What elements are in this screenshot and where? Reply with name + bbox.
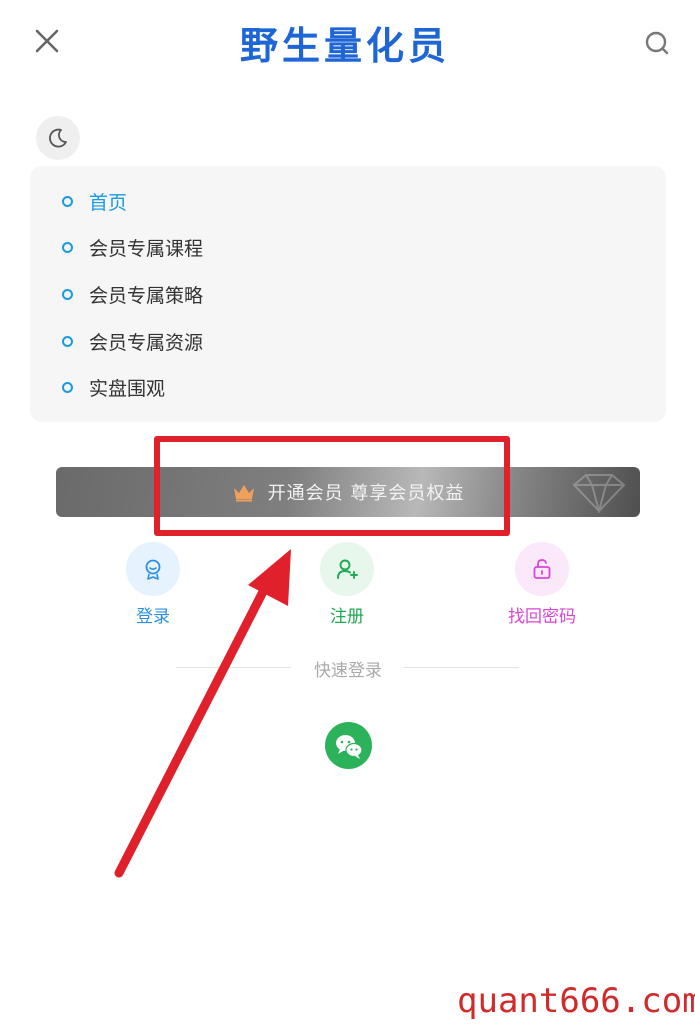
wechat-login-button[interactable]	[325, 722, 372, 769]
theme-toggle-button[interactable]	[36, 116, 80, 160]
login-button[interactable]: 登录	[93, 542, 213, 632]
nav-item-label: 会员专属课程	[89, 237, 204, 260]
login-label: 登录	[136, 607, 170, 627]
top-bar: 野生量化员	[0, 0, 695, 90]
moon-icon	[49, 128, 67, 148]
diamond-watermark-icon	[572, 474, 626, 513]
nav-item-label: 会员专属策略	[89, 284, 204, 307]
bullet-dot	[62, 335, 73, 347]
nav-item-label: 实盘围观	[89, 377, 166, 400]
bullet-dot	[62, 195, 73, 207]
register-icon-circle	[320, 542, 374, 596]
add-user-icon	[337, 559, 358, 579]
site-watermark: quant666.com	[457, 981, 695, 1021]
nav-item-label: 会员专属资源	[89, 331, 204, 354]
register-label: 注册	[330, 607, 364, 627]
vip-upgrade-label: 开通会员 尊享会员权益	[267, 483, 465, 504]
quick-login-title: 快速登录	[314, 661, 382, 681]
site-logo[interactable]: 野生量化员	[230, 14, 460, 70]
nav-item-vip-courses[interactable]: 会员专属课程	[62, 229, 203, 265]
register-button[interactable]: 注册	[287, 542, 407, 632]
reset-icon-circle	[515, 542, 569, 596]
vip-upgrade-button[interactable]: 开通会员 尊享会员权益	[56, 467, 640, 517]
nav-item-vip-strategies[interactable]: 会员专属策略	[62, 276, 203, 312]
reset-password-button[interactable]: 找回密码	[482, 542, 602, 632]
bullet-dot	[62, 288, 73, 300]
wechat-icon	[335, 734, 363, 759]
nav-item-label: 首页	[89, 191, 128, 214]
bullet-dot	[62, 241, 73, 253]
divider-right	[404, 667, 519, 668]
nav-item-live-trading[interactable]: 实盘围观	[62, 369, 165, 405]
reset-password-label: 找回密码	[508, 607, 576, 627]
nav-item-vip-resources[interactable]: 会员专属资源	[62, 323, 203, 359]
nav-menu: 首页 会员专属课程 会员专属策略 会员专属资源 实盘围观	[30, 166, 666, 422]
crown-icon	[233, 485, 254, 502]
login-icon-circle	[126, 542, 180, 596]
close-icon	[35, 29, 59, 53]
nav-item-home[interactable]: 首页	[62, 183, 127, 219]
divider-left	[176, 667, 291, 668]
search-button[interactable]	[640, 26, 674, 60]
badge-icon	[145, 559, 161, 580]
bullet-dot	[62, 381, 73, 393]
close-button[interactable]	[30, 24, 64, 58]
lock-icon	[533, 559, 551, 579]
search-icon	[645, 31, 669, 55]
